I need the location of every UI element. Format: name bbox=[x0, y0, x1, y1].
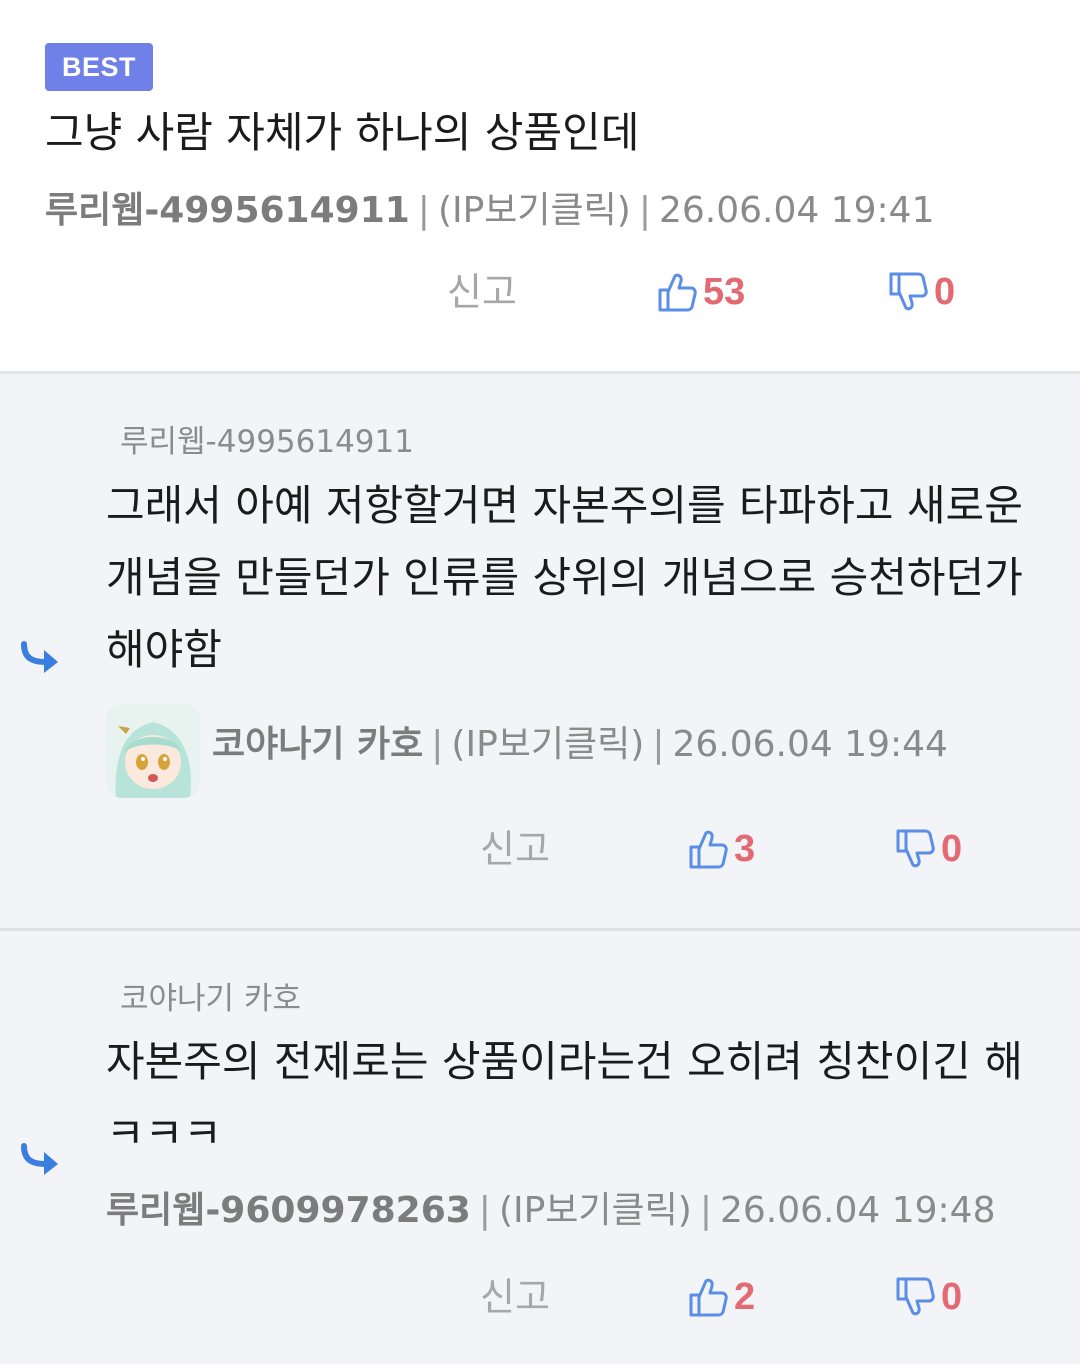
best-comment: BEST 그냥 사람 자체가 하나의 상품인데 루리웹-4995614911 |(… bbox=[0, 0, 1080, 374]
report-button[interactable]: 신고 bbox=[480, 819, 550, 879]
comment-author[interactable]: 루리웹-4995614911 bbox=[45, 190, 410, 231]
comment-text: 그냥 사람 자체가 하나의 상품인데 bbox=[45, 108, 640, 157]
dislike-count: 0 bbox=[941, 828, 963, 870]
report-button[interactable]: 신고 bbox=[480, 1267, 550, 1327]
avatar[interactable] bbox=[106, 704, 200, 798]
comment-actions: 신고 53 0 bbox=[0, 262, 1080, 322]
comment-date: 26.06.04 19:41 bbox=[658, 190, 935, 231]
comment-meta: 루리웹-4995614911 | (IP보기클릭) | 26.06.04 19:41 bbox=[45, 187, 935, 235]
like-button[interactable]: 2 bbox=[688, 1267, 755, 1327]
comment-date: 26.06.04 19:44 bbox=[672, 724, 948, 765]
comment-meta: 코야나기 카호 | (IP보기클릭) | 26.06.04 19:44 bbox=[212, 721, 948, 769]
comment-text: 그래서 아예 저항할거면 자본주의를 타파하고 새로운 개념을 만들던가 인류를… bbox=[106, 481, 1023, 674]
reply-to-author: 코야나기 카호 bbox=[120, 981, 301, 1017]
thumbs-down-icon bbox=[895, 1276, 935, 1318]
dislike-count: 0 bbox=[941, 1276, 963, 1318]
like-count: 53 bbox=[703, 271, 746, 313]
comment-date: 26.06.04 19:48 bbox=[719, 1190, 996, 1231]
meta-separator: | bbox=[638, 190, 651, 231]
dislike-button[interactable]: 0 bbox=[895, 819, 962, 879]
report-button[interactable]: 신고 bbox=[447, 262, 517, 322]
comment-author[interactable]: 루리웹-9609978263 bbox=[106, 1190, 471, 1231]
comment-author[interactable]: 코야나기 카호 bbox=[212, 724, 423, 765]
ip-view-link[interactable]: (IP보기클릭) bbox=[451, 724, 644, 765]
meta-separator: | bbox=[417, 190, 430, 231]
like-button[interactable]: 53 bbox=[657, 262, 745, 322]
reply-comment: 코야나기 카호 자본주의 전제로는 상품이라는건 오히려 칭찬이긴 해 ㅋㅋㅋ … bbox=[0, 931, 1080, 1364]
comment-actions: 신고 3 0 bbox=[0, 819, 1080, 879]
reply-to-author: 루리웹-4995614911 bbox=[120, 424, 414, 460]
meta-separator: | bbox=[478, 1190, 491, 1231]
reply-comment: 루리웹-4995614911 그래서 아예 저항할거면 자본주의를 타파하고 새… bbox=[0, 374, 1080, 931]
thumbs-up-icon bbox=[657, 271, 697, 313]
thumbs-up-icon bbox=[688, 828, 728, 870]
comment-text: 자본주의 전제로는 상품이라는건 오히려 칭찬이긴 해 ㅋㅋㅋ bbox=[106, 1037, 1023, 1158]
thumbs-down-icon bbox=[888, 271, 928, 313]
best-badge: BEST bbox=[45, 43, 153, 91]
thumbs-up-icon bbox=[688, 1276, 728, 1318]
like-count: 2 bbox=[734, 1276, 756, 1318]
like-count: 3 bbox=[734, 828, 756, 870]
comment-meta: 루리웹-9609978263 | (IP보기클릭) | 26.06.04 19:48 bbox=[106, 1187, 996, 1235]
meta-separator: | bbox=[652, 724, 665, 765]
like-button[interactable]: 3 bbox=[688, 819, 755, 879]
reply-arrow-icon bbox=[20, 1142, 62, 1178]
thumbs-down-icon bbox=[895, 828, 935, 870]
dislike-button[interactable]: 0 bbox=[888, 262, 955, 322]
dislike-count: 0 bbox=[934, 271, 956, 313]
reply-arrow-icon bbox=[20, 640, 62, 676]
dislike-button[interactable]: 0 bbox=[895, 1267, 962, 1327]
ip-view-link[interactable]: (IP보기클릭) bbox=[438, 190, 631, 231]
meta-separator: | bbox=[699, 1190, 712, 1231]
ip-view-link[interactable]: (IP보기클릭) bbox=[499, 1190, 692, 1231]
meta-separator: | bbox=[431, 724, 444, 765]
comment-actions: 신고 2 0 bbox=[0, 1267, 1080, 1327]
